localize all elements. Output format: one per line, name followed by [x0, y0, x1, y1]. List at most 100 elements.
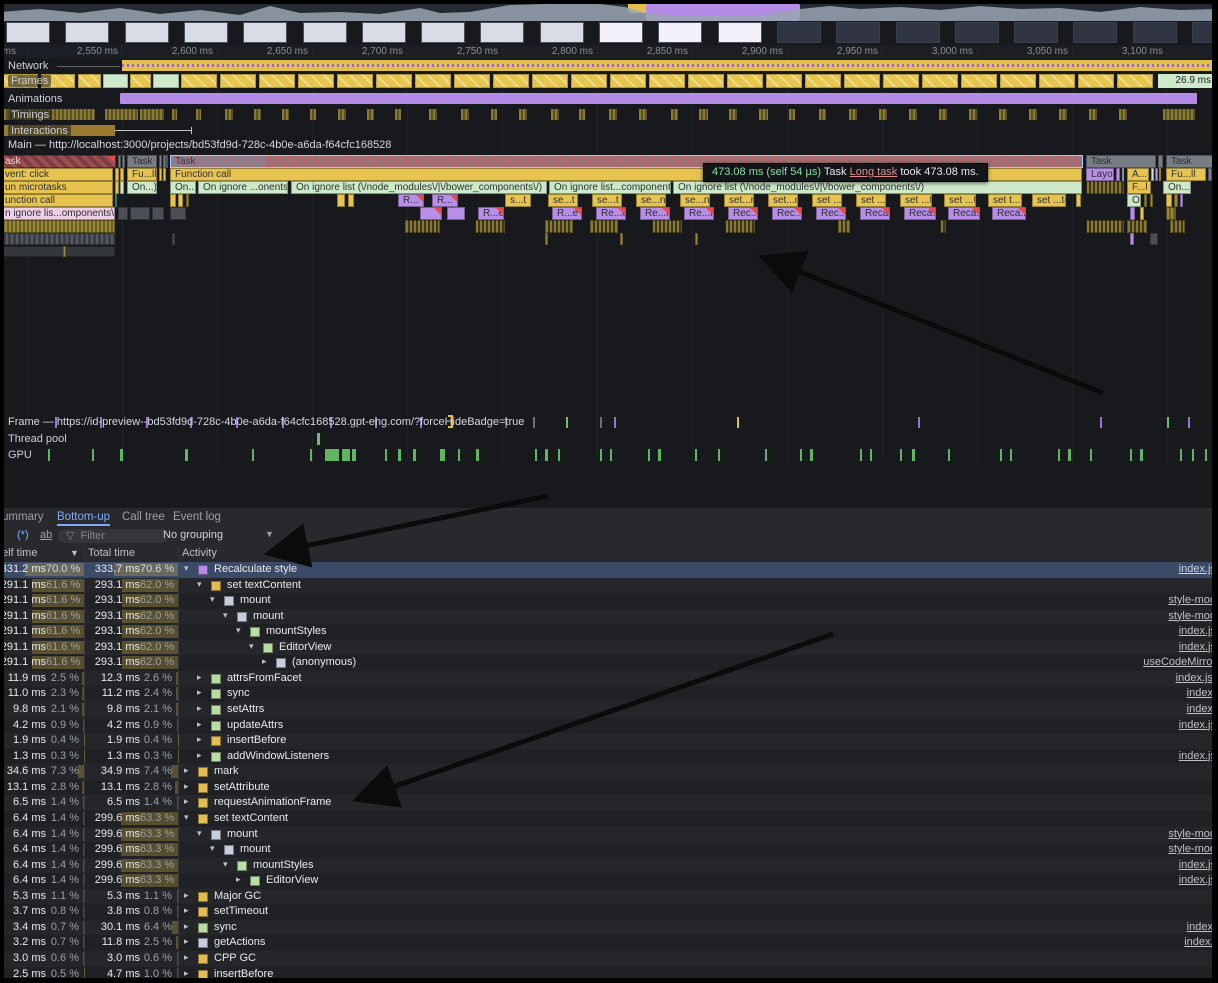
flame-event[interactable]: se...t [592, 194, 622, 207]
timing-mark[interactable] [671, 109, 678, 120]
frame-block[interactable] [1117, 74, 1153, 88]
flame-event[interactable] [0, 220, 115, 233]
flame-event[interactable]: R...e [478, 207, 504, 220]
timing-mark[interactable] [969, 109, 977, 120]
flame-event[interactable] [159, 168, 162, 181]
idle-frame-block[interactable] [153, 74, 179, 88]
table-row[interactable]: 331.2 ms70.0 %333.7 ms70.6 %▾Recalculate… [0, 562, 1218, 578]
tab-ummary[interactable]: ummary [2, 508, 44, 526]
table-row[interactable]: 11.0 ms2.3 %11.2 ms2.4 %▸syncindex. [0, 686, 1218, 702]
frame-block[interactable] [130, 74, 151, 88]
source-link[interactable]: index.js [1179, 750, 1216, 762]
flame-event[interactable] [1130, 233, 1134, 245]
flame-event[interactable]: Task [127, 155, 157, 168]
flame-event[interactable]: Reca...yle [992, 207, 1026, 220]
table-row[interactable]: 13.1 ms2.8 %13.1 ms2.8 %▸setAttribute [0, 780, 1218, 796]
timing-mark[interactable] [338, 109, 346, 120]
flame-event[interactable] [1151, 168, 1154, 181]
flame-event[interactable]: Re...le [684, 207, 714, 220]
idle-frame-block[interactable] [103, 74, 128, 88]
flame-event[interactable]: n ignore lis...omponents\/) [0, 207, 115, 220]
flame-event[interactable] [1086, 181, 1124, 194]
expander-icon[interactable]: ▾ [223, 610, 228, 621]
filmstrip-thumbnail[interactable] [1073, 22, 1117, 43]
frame-block[interactable] [493, 74, 529, 88]
table-row[interactable]: 291.1 ms61.6 %293.1 ms62.0 %▾mountStyles… [0, 624, 1218, 640]
timing-mark[interactable] [1089, 109, 1097, 120]
flame-event[interactable]: Rec...le [772, 207, 802, 220]
track-main-header[interactable]: Main — http://localhost:3000/projects/bd… [0, 138, 1218, 154]
table-row[interactable]: 291.1 ms61.6 %293.1 ms62.0 %▾mountstyle-… [0, 609, 1218, 625]
flame-event[interactable] [1213, 168, 1217, 181]
frame-block[interactable] [1039, 74, 1075, 88]
expander-icon[interactable]: ▸ [184, 890, 189, 901]
flame-event[interactable] [172, 233, 175, 245]
flame-event[interactable] [1174, 194, 1178, 207]
flame-event[interactable] [166, 155, 168, 168]
source-link[interactable]: style-mod [1168, 610, 1216, 622]
frame-block[interactable] [298, 74, 334, 88]
timing-mark[interactable] [1119, 109, 1127, 120]
grouping-select[interactable]: No grouping [163, 529, 223, 541]
flame-event[interactable]: set...nt [768, 194, 798, 207]
flame-event[interactable] [122, 155, 125, 168]
track-frames[interactable]: Frames 26.9 ms [0, 74, 1218, 89]
expander-icon[interactable]: ▾ [197, 579, 202, 590]
flame-event[interactable] [1122, 168, 1124, 181]
timing-mark[interactable] [789, 109, 795, 120]
table-row[interactable]: 6.4 ms1.4 %299.6 ms63.3 %▾mountstyle-mod [0, 827, 1218, 843]
flame-event[interactable] [120, 168, 124, 181]
timing-mark[interactable] [699, 109, 708, 120]
frame-block[interactable] [532, 74, 568, 88]
flame-event[interactable]: Rec...le [728, 207, 758, 220]
flame-event[interactable] [130, 207, 150, 220]
source-link[interactable]: index.js [1179, 563, 1216, 575]
flame-event[interactable] [1208, 168, 1212, 181]
flame-event[interactable]: On ignore list (\/node_modules\/|\/bower… [291, 181, 547, 194]
flame-event[interactable] [118, 207, 128, 220]
flame-event[interactable] [337, 194, 345, 207]
flame-event[interactable]: F...l [1127, 181, 1151, 194]
source-link[interactable]: index.js: [1176, 672, 1216, 684]
flame-event[interactable]: On...) [1163, 181, 1191, 194]
main-flame-chart[interactable]: askTaskTaskTaskTaskvent: clickFu...llFun… [0, 155, 1218, 258]
frame-block[interactable] [727, 74, 763, 88]
table-row[interactable]: 3.0 ms0.6 %3.0 ms0.6 %▸CPP GC [0, 951, 1218, 967]
table-row[interactable]: 34.6 ms7.3 %34.9 ms7.4 %▸mark [0, 764, 1218, 780]
timing-mark[interactable] [909, 109, 917, 120]
expander-icon[interactable]: ▾ [249, 641, 254, 652]
frame-block[interactable] [1078, 74, 1114, 88]
timing-mark[interactable] [1059, 109, 1067, 120]
flame-event[interactable] [940, 220, 946, 233]
frame-block[interactable] [220, 74, 256, 88]
flame-event[interactable]: Reca...yle [904, 207, 936, 220]
table-row[interactable]: 291.1 ms61.6 %293.1 ms62.0 %▸(anonymous)… [0, 655, 1218, 671]
expander-icon[interactable]: ▸ [184, 905, 189, 916]
source-link[interactable]: index. [1187, 703, 1216, 715]
flame-event[interactable] [1170, 220, 1185, 233]
sort-caret-icon[interactable]: ▼ [70, 548, 79, 558]
flame-event[interactable]: Reca...yle [860, 207, 890, 220]
flame-event[interactable]: set...nt [724, 194, 754, 207]
table-row[interactable]: 291.1 ms61.6 %293.1 ms62.0 %▾mountstyle-… [0, 593, 1218, 609]
flame-event[interactable] [1150, 194, 1153, 207]
track-timings[interactable]: Timings [0, 108, 1218, 121]
flame-event[interactable] [652, 220, 682, 233]
filmstrip-thumbnail[interactable] [184, 22, 228, 43]
timing-mark[interactable] [729, 109, 737, 120]
flame-event[interactable]: On ignore list (\/node_modules\/|\/bower… [673, 181, 1082, 194]
flame-event[interactable]: Fu...ll [1166, 168, 1206, 181]
flame-event[interactable] [1180, 194, 1183, 207]
frame-duration-badge[interactable]: 26.9 ms [1158, 74, 1215, 88]
source-link[interactable]: index. [1187, 687, 1216, 699]
frame-block[interactable] [571, 74, 607, 88]
flame-event[interactable]: unction call [0, 194, 113, 207]
filmstrip-thumbnail[interactable] [777, 22, 821, 43]
frame-block[interactable] [649, 74, 685, 88]
flame-event[interactable]: A... [1127, 168, 1149, 181]
filmstrip-thumbnail[interactable] [480, 22, 524, 43]
table-row[interactable]: 5.3 ms1.1 %5.3 ms1.1 %▸Major GC [0, 889, 1218, 905]
flame-event[interactable] [475, 220, 505, 233]
flame-event[interactable] [590, 220, 618, 233]
flame-event[interactable]: Task [1086, 155, 1156, 168]
